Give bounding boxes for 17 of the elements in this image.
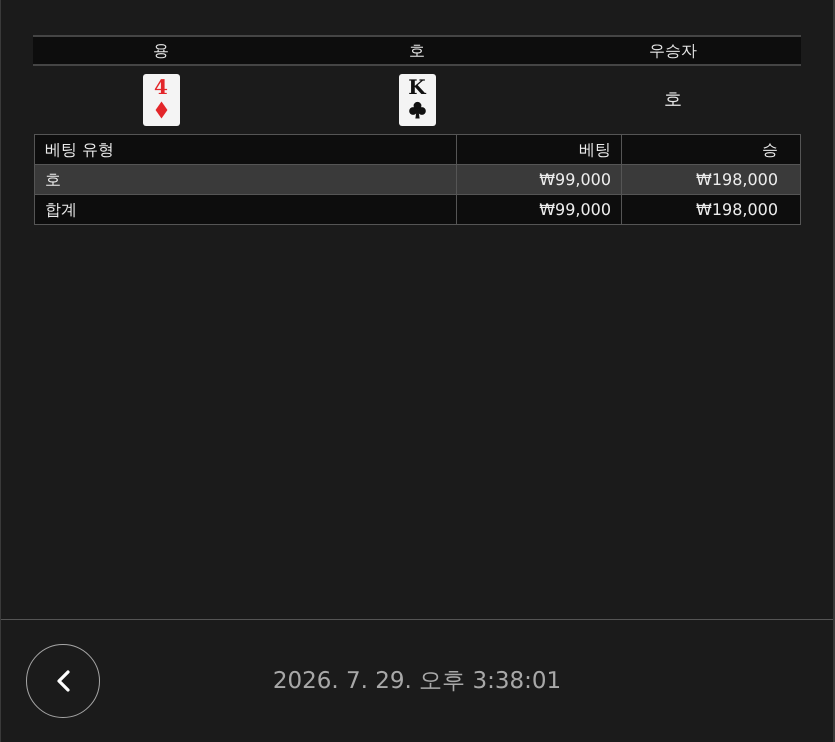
column-header: 베팅 (456, 134, 622, 164)
club-icon (408, 100, 426, 120)
table-cell: ₩198,000 (622, 194, 800, 224)
card-rank: 4 (154, 77, 168, 98)
timestamp: 2026. 7. 29. 오후 3:38:01 (272, 667, 562, 695)
table-cell: ₩99,000 (456, 194, 622, 224)
table-cell: 합계 (34, 194, 456, 224)
back-button[interactable] (26, 644, 100, 718)
column-header: 용 (153, 40, 169, 60)
column-header: 승 (622, 134, 800, 164)
winner-label: 호 (664, 89, 682, 111)
column-header: 우승자 (649, 40, 697, 60)
diamond-icon (152, 100, 170, 120)
card-rank: K (408, 77, 426, 98)
column-header: 호 (409, 40, 425, 60)
column-header: 베팅 유형 (34, 134, 456, 164)
chevron-left-icon (56, 670, 70, 692)
